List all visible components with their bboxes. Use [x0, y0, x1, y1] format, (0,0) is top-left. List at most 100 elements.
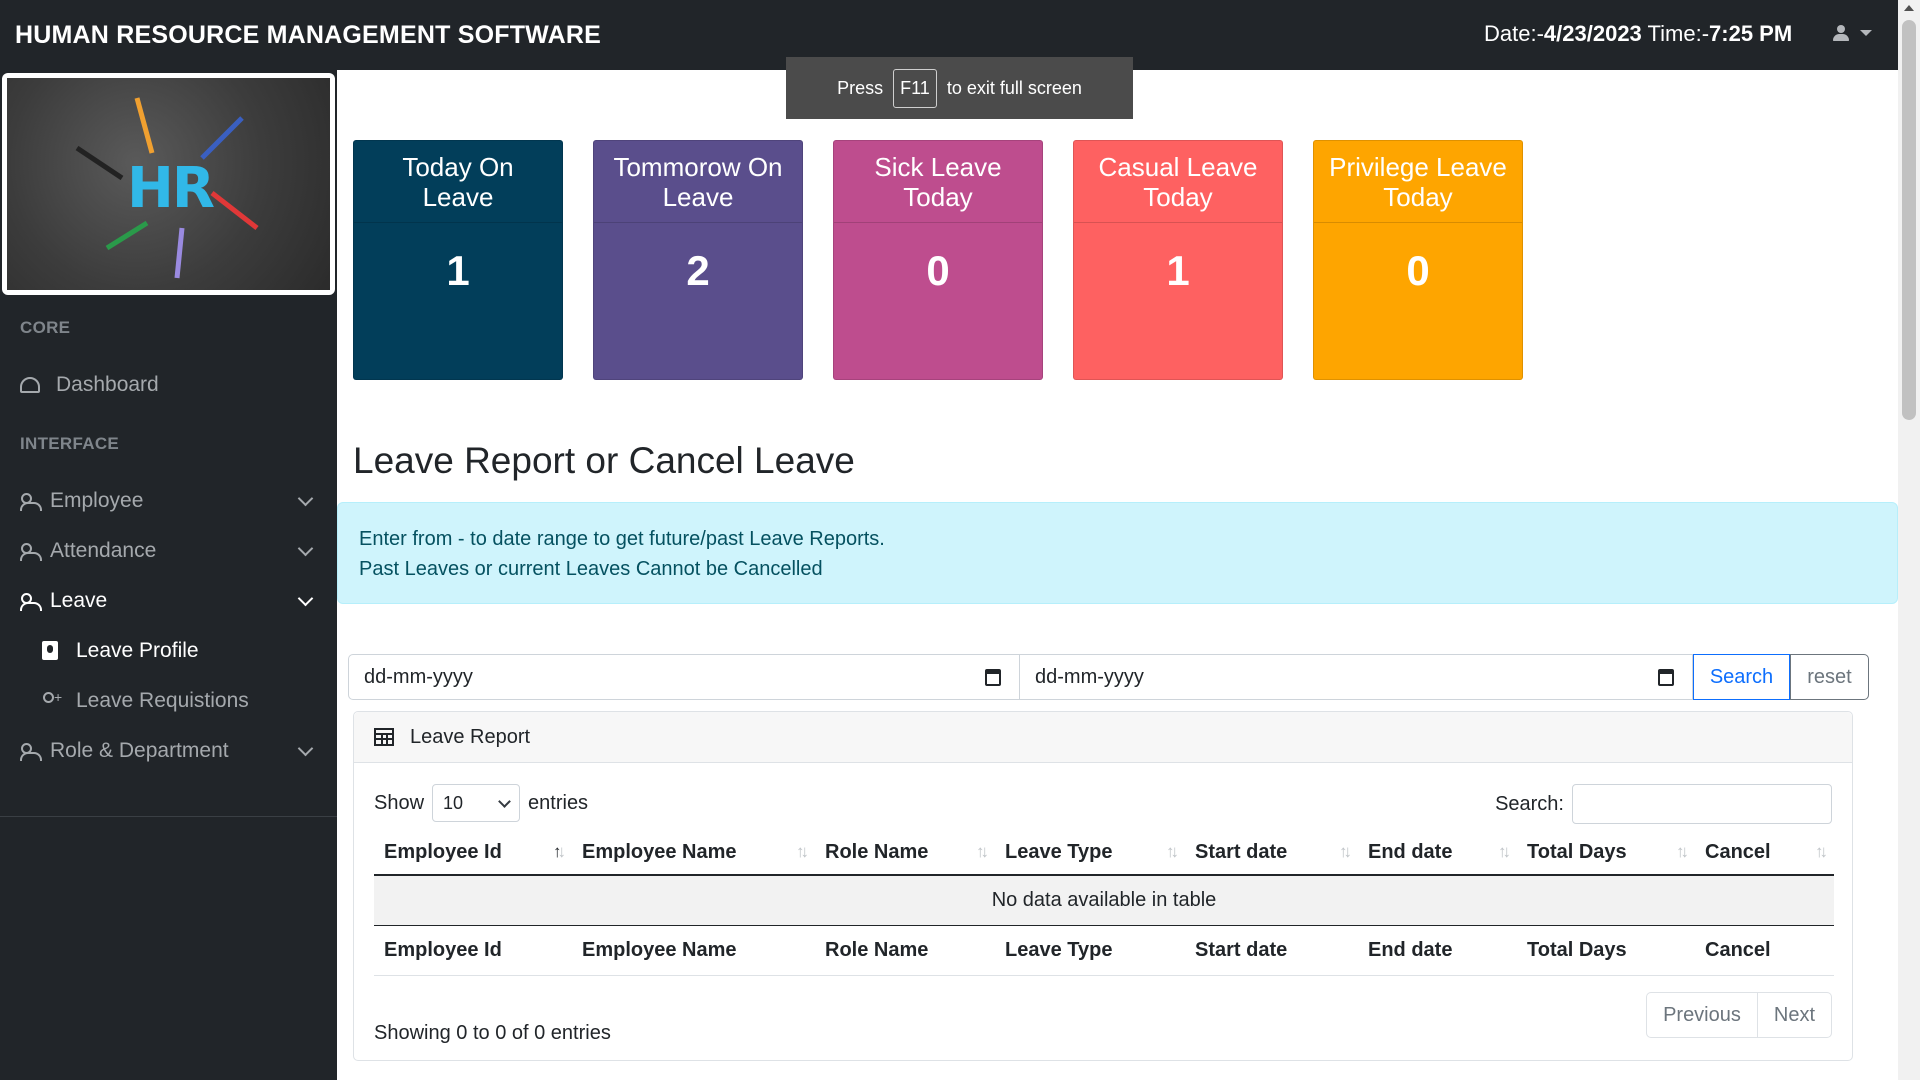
info-alert: Enter from - to date range to get future… [337, 502, 1898, 604]
card-title: Tommorow On Leave [594, 141, 802, 223]
sort-icon: ↑↓ [1339, 842, 1352, 861]
card-value: 1 [1166, 247, 1190, 294]
column-header-end-date[interactable]: End date ↑↓ [1358, 830, 1517, 876]
sort-icon: ↑↓ [1676, 842, 1689, 861]
chevron-down-icon [297, 490, 314, 507]
people-icon [20, 743, 42, 761]
reset-button[interactable]: reset [1790, 654, 1869, 700]
fullscreen-toast: Press F11 to exit full screen [786, 57, 1133, 119]
sidebar: HR CORE Dashboard INTERFACE Employee Att… [0, 70, 337, 1080]
column-header-start-date[interactable]: Start date ↑↓ [1185, 830, 1358, 876]
footer-start-date: Start date [1185, 924, 1358, 976]
app-brand[interactable]: HUMAN RESOURCE MANAGEMENT SOFTWARE [15, 21, 601, 50]
sort-icon: ↑↓ [1815, 842, 1828, 861]
people-icon [20, 543, 42, 561]
card-tomorrow-on-leave: Tommorow On Leave 2 [593, 140, 803, 380]
calendar-icon[interactable] [1658, 669, 1674, 686]
card-value: 0 [926, 247, 950, 294]
hr-logo-image: HR [7, 78, 330, 290]
table-row: No data available in table [374, 875, 1834, 925]
date-value: 4/23/2023 [1543, 21, 1642, 46]
column-header-total-days[interactable]: Total Days ↑↓ [1517, 830, 1695, 876]
sidebar-item-label: Role & Department [50, 739, 229, 762]
footer-employee-name: Employee Name [572, 924, 815, 976]
from-date-input[interactable]: dd-mm-yyyy [348, 654, 1020, 700]
user-menu-toggle[interactable] [1832, 24, 1872, 42]
table-search: Search: [1495, 784, 1832, 824]
footer-cancel: Cancel [1695, 924, 1834, 976]
sort-icon: ↑↓ [553, 842, 566, 861]
entries-select[interactable]: 10 [432, 784, 521, 822]
hr-logo-text: HR [127, 156, 215, 221]
search-label: Search: [1495, 792, 1564, 815]
sidebar-item-employee[interactable]: Employee [0, 479, 337, 523]
card-value: 0 [1406, 247, 1430, 294]
toast-key: F11 [893, 68, 937, 108]
previous-button[interactable]: Previous [1646, 992, 1758, 1038]
sidebar-item-label: Leave Profile [76, 639, 199, 662]
search-input[interactable] [1572, 784, 1832, 824]
card-title: Today On Leave [354, 141, 562, 223]
sidebar-divider [0, 816, 337, 817]
alert-line: Past Leaves or current Leaves Cannot be … [359, 558, 823, 580]
empty-table-message: No data available in table [374, 875, 1834, 925]
chevron-down-icon [297, 540, 314, 557]
chevron-down-icon [498, 794, 511, 808]
sidebar-item-attendance[interactable]: Attendance [0, 529, 337, 573]
next-button[interactable]: Next [1757, 992, 1832, 1038]
footer-employee-id: Employee Id [374, 924, 572, 976]
scrollbar-thumb[interactable] [1902, 20, 1916, 420]
date-time-display: Date:-4/23/2023 Time:-7:25 PM [1484, 21, 1792, 47]
hr-logo: HR [2, 73, 335, 295]
column-header-leave-type[interactable]: Leave Type ↑↓ [995, 830, 1185, 876]
caret-down-icon [1860, 30, 1872, 36]
card-sick-leave-today: Sick Leave Today 0 [833, 140, 1043, 380]
page-scrollbar[interactable] [1898, 0, 1920, 1080]
search-button[interactable]: Search [1693, 654, 1790, 700]
column-header-cancel[interactable]: Cancel ↑↓ [1695, 830, 1834, 876]
card-title: Sick Leave Today [834, 141, 1042, 223]
show-entries: Show 10 entries [374, 784, 588, 822]
sidebar-item-dashboard[interactable]: Dashboard [0, 363, 337, 407]
table-info: Showing 0 to 0 of 0 entries [374, 1022, 611, 1044]
pagination: Previous Next [1646, 992, 1832, 1038]
interface-heading: INTERFACE [20, 434, 120, 453]
page-title: Leave Report or Cancel Leave [353, 440, 855, 481]
column-header-role-name[interactable]: Role Name ↑↓ [815, 830, 995, 876]
sidebar-item-label: Leave Requistions [76, 689, 249, 712]
report-header: Leave Report [354, 712, 1852, 763]
column-header-employee-name[interactable]: Employee Name ↑↓ [572, 830, 815, 876]
card-casual-leave-today: Casual Leave Today 1 [1073, 140, 1283, 380]
person-add-icon [42, 689, 62, 710]
time-value: 7:25 PM [1709, 21, 1793, 46]
column-header-employee-id[interactable]: Employee Id ↑↓ [374, 830, 572, 876]
core-heading: CORE [20, 318, 71, 337]
footer-leave-type: Leave Type [995, 924, 1185, 976]
leave-report-table: Employee Id ↑↓ Employee Name ↑↓ Role Name ↑… [374, 830, 1834, 976]
sidebar-item-role-department[interactable]: Role & Department [0, 729, 337, 773]
scroll-up-arrow-icon[interactable] [1904, 5, 1914, 11]
toast-press: Press [837, 77, 884, 98]
toast-suffix: to exit full screen [946, 77, 1082, 98]
people-icon [20, 593, 42, 611]
chevron-down-icon [297, 590, 314, 607]
from-date-placeholder: dd-mm-yyyy [364, 665, 473, 688]
entries-value: 10 [443, 792, 464, 813]
sort-icon: ↑↓ [796, 842, 809, 861]
card-value: 1 [446, 247, 470, 294]
report-title: Leave Report [410, 725, 531, 748]
calendar-icon[interactable] [985, 669, 1001, 686]
card-value: 2 [686, 247, 710, 294]
card-title: Casual Leave Today [1074, 141, 1282, 223]
to-date-input[interactable]: dd-mm-yyyy [1020, 654, 1693, 700]
leave-report-card: Leave Report Show 10 entries Search: Emp… [353, 711, 1853, 1061]
sidebar-item-leave-profile[interactable]: Leave Profile [0, 629, 337, 673]
sort-icon: ↑↓ [1498, 842, 1511, 861]
footer-role-name: Role Name [815, 924, 995, 976]
sidebar-item-leave[interactable]: Leave [0, 579, 337, 623]
table-icon [374, 728, 394, 746]
sidebar-item-label: Dashboard [56, 373, 159, 396]
sidebar-item-leave-requistions[interactable]: Leave Requistions [0, 679, 337, 723]
date-range-group: dd-mm-yyyy dd-mm-yyyy Search reset [348, 654, 1869, 700]
dashboard-icon [20, 377, 40, 393]
